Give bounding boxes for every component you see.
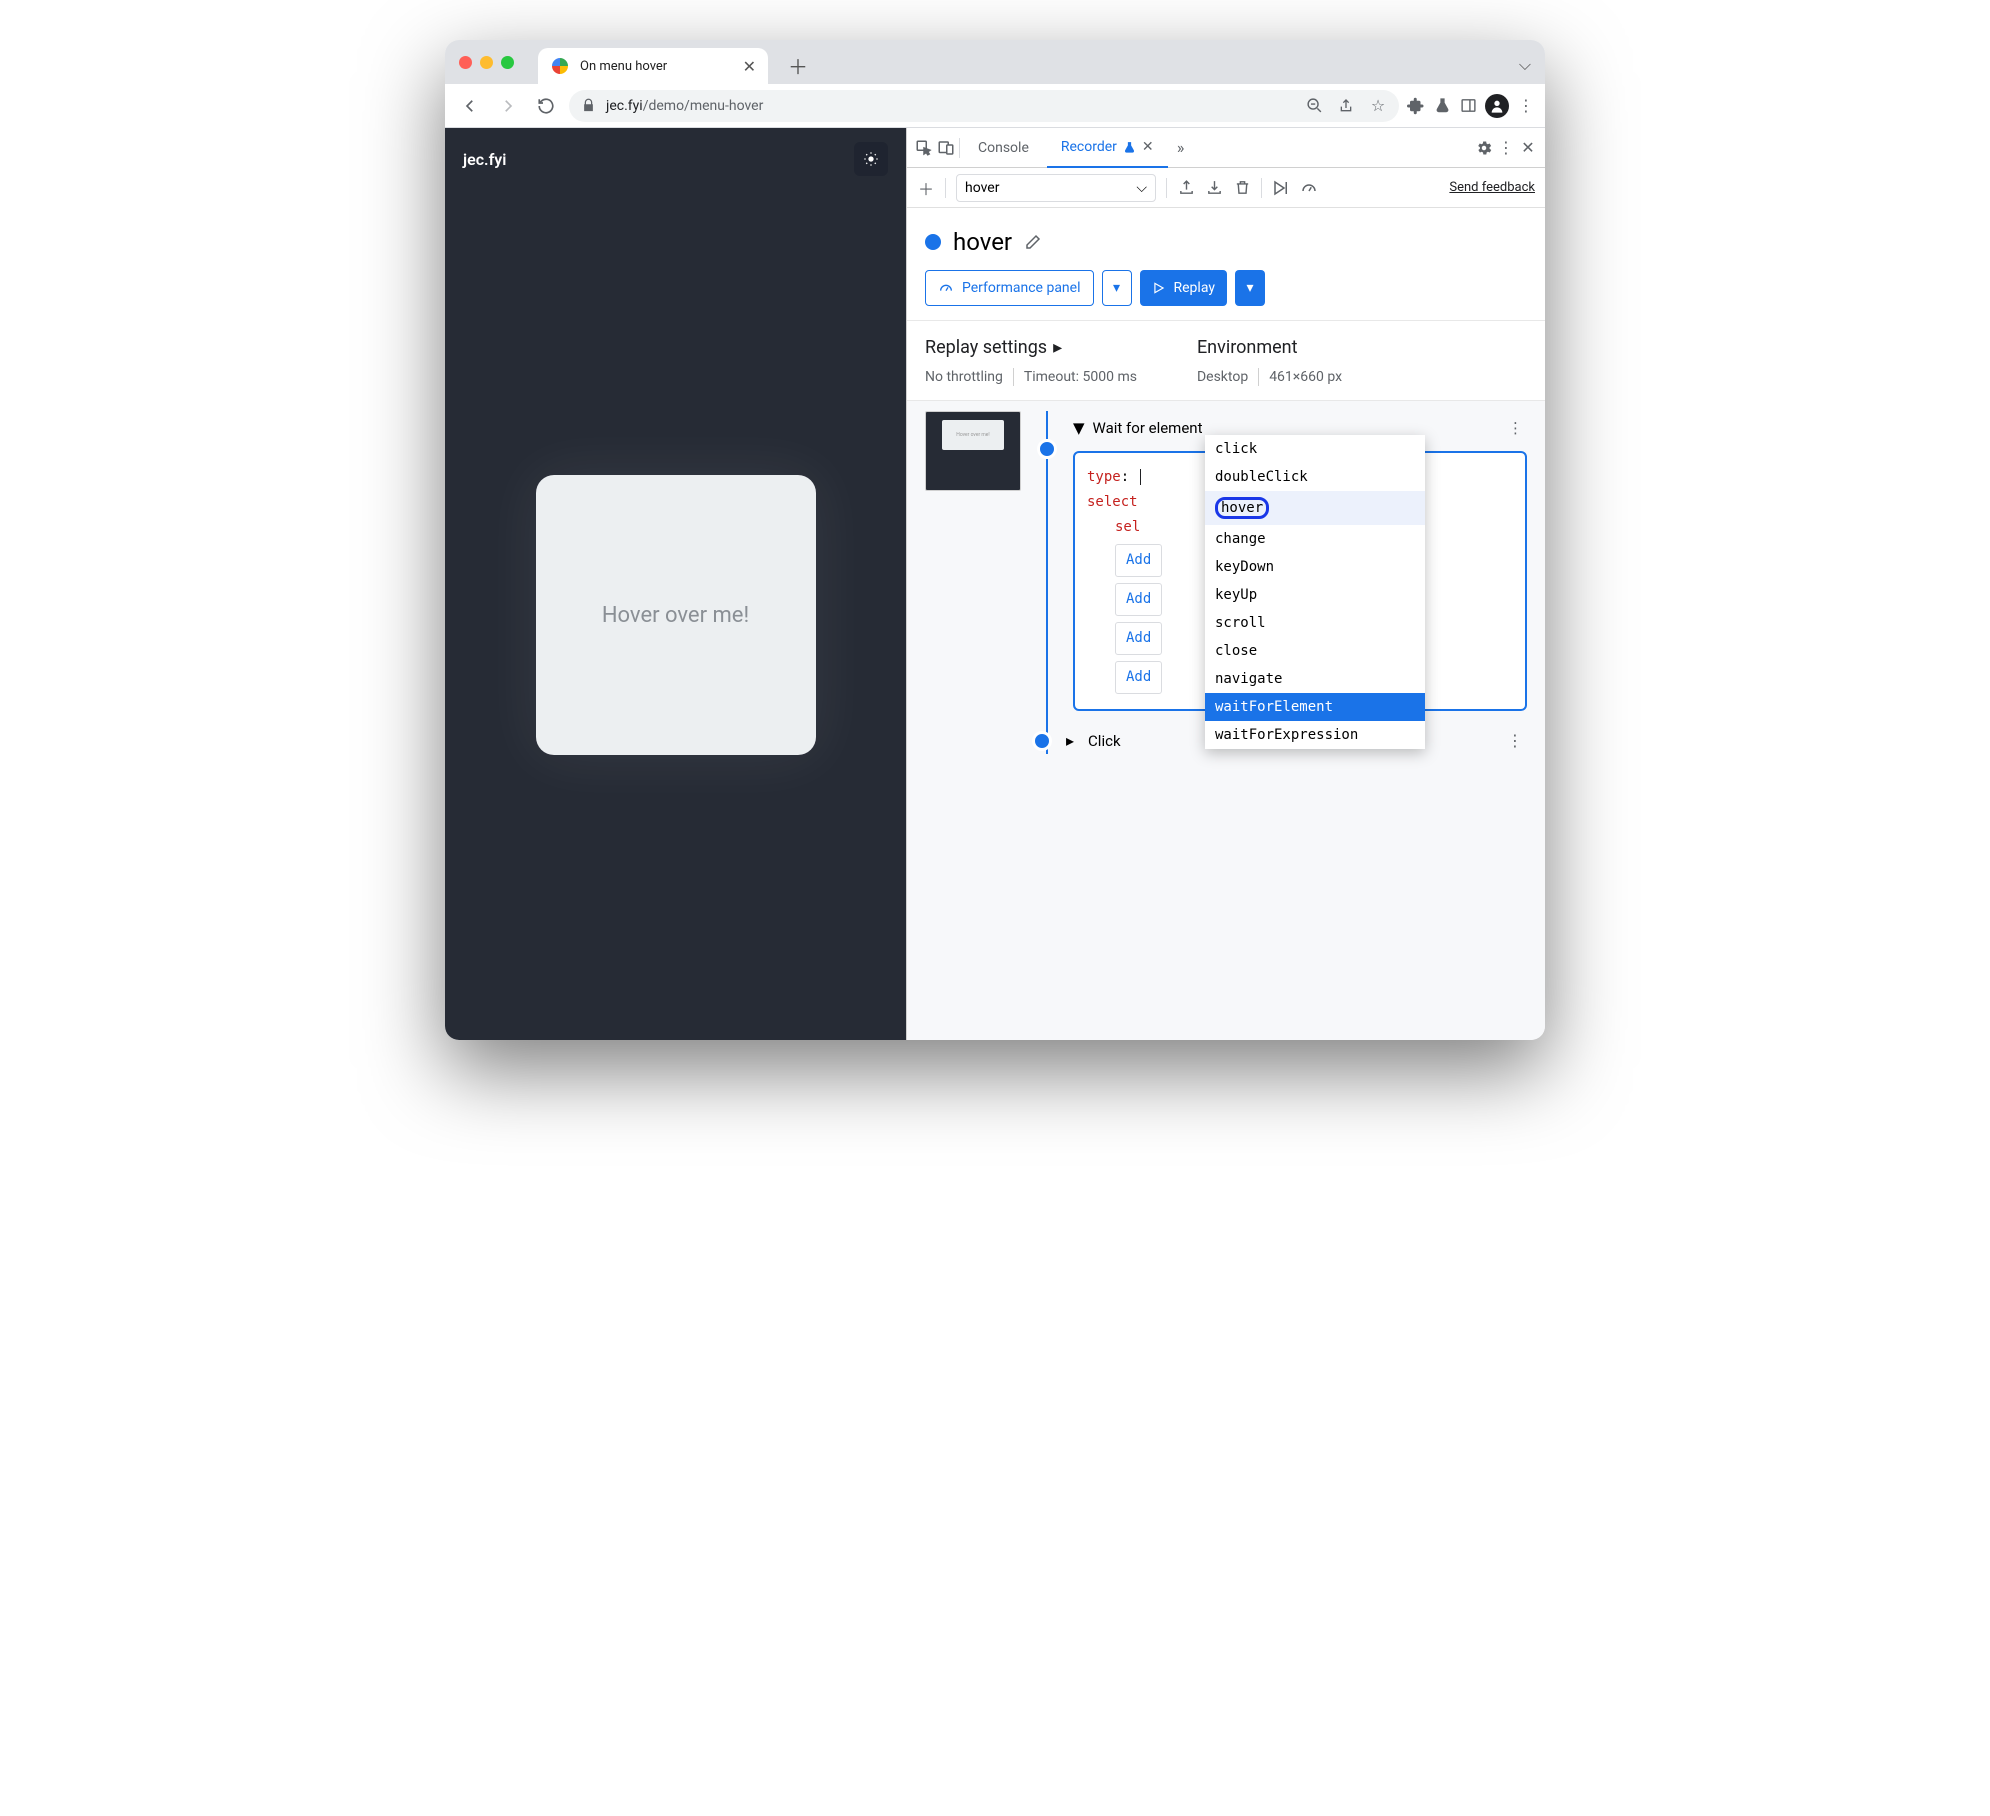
tabs-overflow-icon[interactable]: ⌵ [1519,55,1531,75]
devtools-menu-icon[interactable]: ⋮ [1497,139,1515,157]
new-recording-button[interactable]: ＋ [917,179,935,197]
send-feedback-link[interactable]: Send feedback [1449,180,1535,195]
hover-card[interactable]: Hover over me! [536,475,816,755]
inspect-element-icon[interactable] [915,139,933,157]
chevron-down-icon: ⌵ [1136,180,1147,196]
replay-speed-icon[interactable] [1300,179,1318,197]
dropdown-option-hover[interactable]: hover [1205,491,1425,525]
add-button-2[interactable]: Add [1115,583,1162,616]
dropdown-option-click[interactable]: click [1205,435,1425,463]
edit-name-icon[interactable] [1024,233,1042,251]
recording-dot-icon [925,234,941,250]
page-viewport: jec.fyi Hover over me! [445,128,906,1040]
selectors-key: select [1087,494,1138,510]
share-icon[interactable] [1337,97,1355,115]
dropdown-option-change[interactable]: change [1205,525,1425,553]
bookmark-icon[interactable]: ☆ [1369,97,1387,115]
add-button-1[interactable]: Add [1115,544,1162,577]
hover-card-text: Hover over me! [602,603,749,628]
favicon-icon [550,56,570,76]
settings-row: Replay settings ▸ No throttling Timeout:… [907,321,1545,401]
dropdown-option-waitForElement[interactable]: waitForElement [1205,693,1425,721]
dropdown-option-keyUp[interactable]: keyUp [1205,581,1425,609]
replay-dropdown[interactable]: ▾ [1235,270,1265,306]
device-toolbar-icon[interactable] [937,139,955,157]
back-button[interactable] [455,91,485,121]
step-menu-icon[interactable]: ⋮ [1504,415,1527,441]
add-button-4[interactable]: Add [1115,661,1162,694]
maximize-window-button[interactable] [501,56,514,69]
replay-button[interactable]: Replay [1140,270,1227,306]
dropdown-option-keyDown[interactable]: keyDown [1205,553,1425,581]
step-over-icon[interactable] [1272,179,1290,197]
steps-container: Hover over me! ▼ Wait for element ⋮ [907,401,1545,1040]
replay-settings-header[interactable]: Replay settings ▸ [925,337,1137,358]
delete-icon[interactable] [1233,179,1251,197]
lock-icon [581,98,596,113]
more-tabs-icon[interactable]: » [1172,139,1190,157]
type-key: type [1087,469,1121,485]
address-bar[interactable]: jec.fyi/demo/menu-hover ☆ [569,90,1399,122]
dropdown-option-waitForExpression[interactable]: waitForExpression [1205,721,1425,749]
tab-recorder[interactable]: Recorder ✕ [1047,129,1168,168]
throttling-value: No throttling [925,369,1003,385]
devtools-tabs: Console Recorder ✕ » ⋮ ✕ [907,128,1545,168]
click-step-menu-icon[interactable]: ⋮ [1503,727,1527,754]
recording-name: hover [953,228,1012,256]
step-thumbnail: Hover over me! [925,411,1021,491]
environment-header: Environment [1197,337,1342,358]
performance-panel-dropdown[interactable]: ▾ [1102,270,1132,306]
recording-header-section: hover Performance panel ▾ Replay ▾ [907,208,1545,321]
dropdown-option-navigate[interactable]: navigate [1205,665,1425,693]
window-controls [459,56,514,69]
dropdown-option-doubleClick[interactable]: doubleClick [1205,463,1425,491]
browser-window: On menu hover ✕ ＋ ⌵ jec.fyi/demo/menu-ho… [445,40,1545,1040]
step-node-icon [1032,731,1052,751]
dropdown-option-scroll[interactable]: scroll [1205,609,1425,637]
new-tab-button[interactable]: ＋ [788,51,808,80]
browser-tab[interactable]: On menu hover ✕ [538,48,768,84]
expand-step-icon[interactable]: ▼ [1073,419,1085,437]
step-node-icon [1037,439,1057,459]
labs-icon[interactable] [1433,97,1451,115]
text-cursor [1140,469,1141,485]
timeout-value: Timeout: 5000 ms [1024,369,1137,385]
extensions-icon[interactable] [1407,97,1425,115]
url-text: jec.fyi/demo/menu-hover [606,98,763,114]
viewport-value: 461×660 px [1269,369,1342,385]
chrome-menu-icon[interactable]: ⋮ [1517,97,1535,115]
close-window-button[interactable] [459,56,472,69]
side-panel-icon[interactable] [1459,97,1477,115]
minimize-window-button[interactable] [480,56,493,69]
import-icon[interactable] [1205,179,1223,197]
tab-title: On menu hover [580,59,733,74]
tab-console[interactable]: Console [964,128,1043,167]
forward-button[interactable] [493,91,523,121]
add-button-3[interactable]: Add [1115,622,1162,655]
dropdown-option-close[interactable]: close [1205,637,1425,665]
recorder-toolbar: ＋ hover ⌵ Send feedback [907,168,1545,208]
close-recorder-icon[interactable]: ✕ [1142,139,1154,155]
theme-toggle-button[interactable] [854,142,888,176]
profile-icon[interactable] [1485,94,1509,118]
settings-icon[interactable] [1475,139,1493,157]
recording-select[interactable]: hover ⌵ [956,174,1156,202]
sel-key: sel [1115,519,1140,535]
chrome-top: On menu hover ✕ ＋ ⌵ jec.fyi/demo/menu-ho… [445,40,1545,128]
close-tab-icon[interactable]: ✕ [743,57,756,76]
performance-panel-button[interactable]: Performance panel [925,270,1094,306]
export-icon[interactable] [1177,179,1195,197]
type-dropdown[interactable]: clickdoubleClickhoverchangekeyDownkeyUps… [1205,435,1425,749]
device-value: Desktop [1197,369,1248,385]
address-row: jec.fyi/demo/menu-hover ☆ ⋮ [445,84,1545,128]
page-brand: jec.fyi [463,150,506,169]
reload-button[interactable] [531,91,561,121]
zoom-out-icon[interactable] [1305,97,1323,115]
expand-click-step-icon[interactable]: ▸ [1066,731,1074,750]
devtools-panel: Console Recorder ✕ » ⋮ ✕ ＋ hover ⌵ [906,128,1545,1040]
close-devtools-icon[interactable]: ✕ [1519,139,1537,157]
